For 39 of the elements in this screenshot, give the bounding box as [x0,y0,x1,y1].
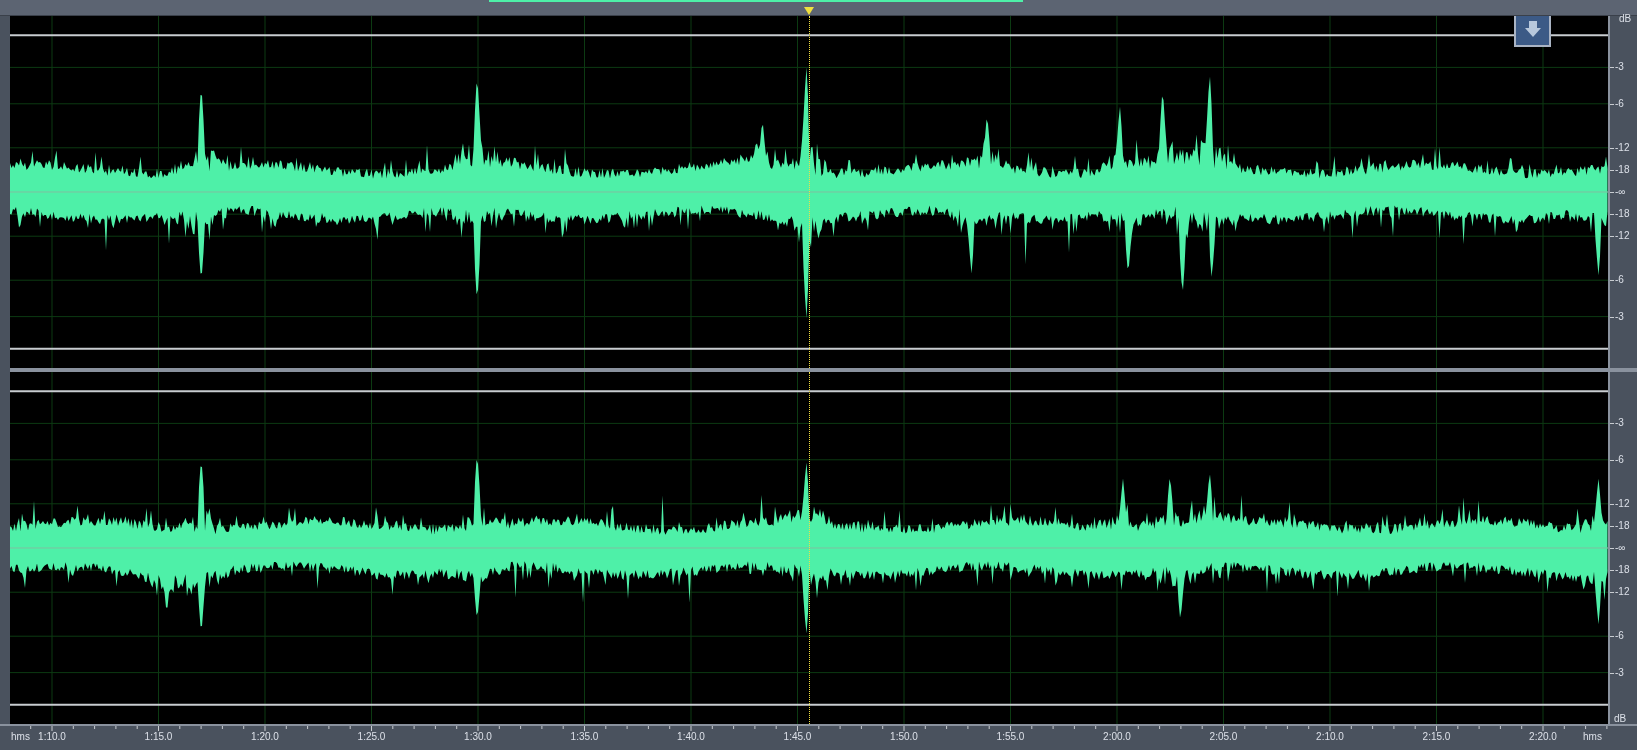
db-scale-label: -12 [1615,231,1630,242]
db-scale-label: -12 [1615,142,1630,153]
db-unit-label: dB [1614,714,1627,724]
time-label: 2:10.0 [1316,732,1344,742]
down-arrow-icon [1523,19,1542,38]
time-label: 1:15.0 [144,732,173,742]
time-unit-label: hms [11,732,30,742]
db-scale-label: -18 [1615,565,1630,576]
db-scale-label: -6 [1615,454,1624,465]
time-label: 2:15.0 [1422,732,1451,742]
db-scale-label: -∞ [1615,187,1626,197]
db-scale-label: -3 [1615,62,1624,73]
time-label: 1:40.0 [677,732,705,742]
db-unit-label: dB [1619,14,1632,24]
db-scale-label: -∞ [1615,543,1626,553]
db-scale-label: -6 [1615,275,1624,286]
arrow-button[interactable] [1514,16,1551,47]
time-unit-label: hms [1583,732,1602,742]
db-scale-label: -18 [1615,209,1630,220]
db-scale-label: -12 [1615,498,1630,509]
time-label: 1:45.0 [783,732,812,742]
db-scale-label: -12 [1615,587,1630,598]
time-label: 2:20.0 [1529,732,1557,742]
db-scale-label: -6 [1615,631,1624,642]
time-label: 1:35.0 [570,732,599,742]
time-label: 1:25.0 [357,732,386,742]
db-scale-label: -3 [1615,418,1624,429]
time-label: 1:30.0 [464,732,492,742]
time-label: 1:55.0 [996,732,1025,742]
time-label: 2:00.0 [1103,732,1131,742]
time-label: 1:10.0 [38,732,66,742]
time-label: 2:05.0 [1209,732,1238,742]
time-label: 1:50.0 [890,732,918,742]
time-label: 1:20.0 [251,732,279,742]
db-scale-label: -6 [1615,98,1624,109]
db-scale-label: -18 [1615,164,1630,175]
db-scale-label: -3 [1615,667,1624,678]
db-scale-label: -18 [1615,520,1630,531]
db-scale-label: -3 [1615,311,1624,322]
